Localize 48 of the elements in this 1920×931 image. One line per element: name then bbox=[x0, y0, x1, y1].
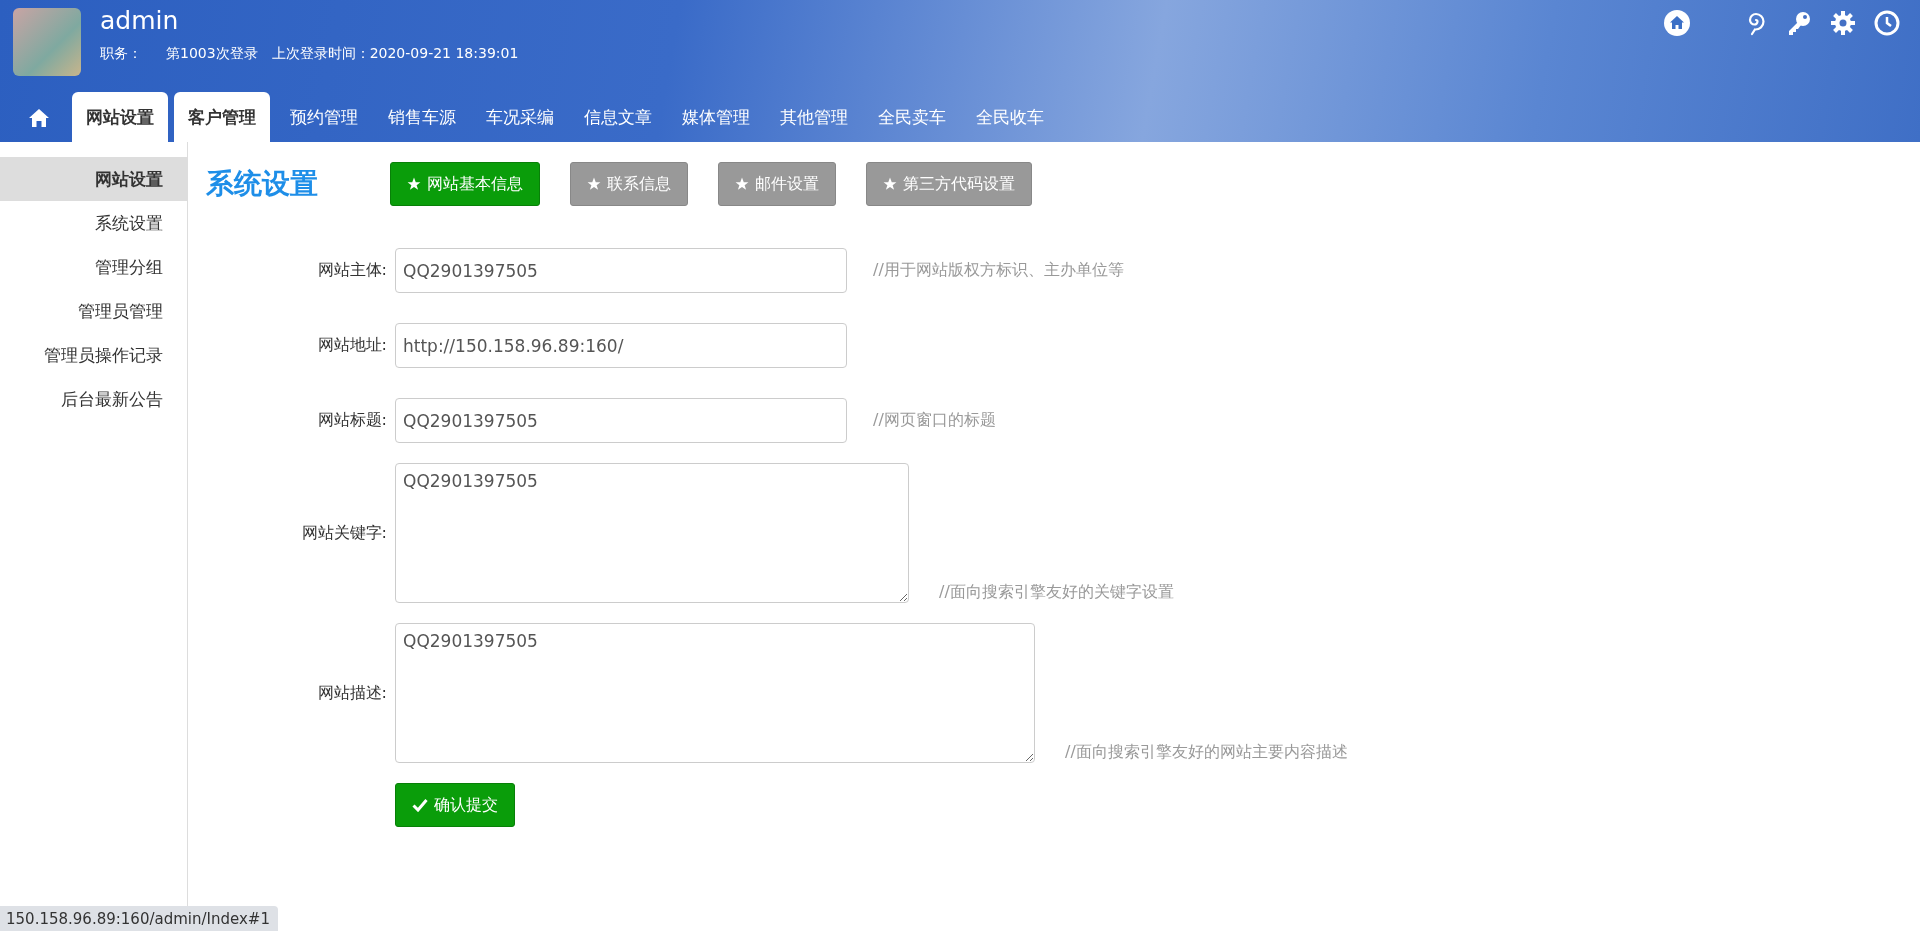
nav-tab[interactable]: 信息文章 bbox=[570, 92, 666, 142]
star-icon bbox=[735, 177, 749, 191]
key-icon[interactable] bbox=[1786, 10, 1812, 36]
avatar-picture bbox=[13, 8, 81, 76]
star-icon bbox=[407, 177, 421, 191]
home-icon[interactable] bbox=[28, 108, 50, 128]
nav-tab[interactable]: 预约管理 bbox=[276, 92, 372, 142]
field-label: 网站地址: bbox=[316, 335, 388, 356]
nav-tab[interactable]: 网站设置 bbox=[72, 92, 168, 142]
star-icon bbox=[883, 177, 897, 191]
input-field[interactable]: http://150.158.96.89:160/ bbox=[395, 323, 847, 368]
sidebar-item[interactable]: 系统设置 bbox=[0, 201, 187, 245]
input-field[interactable]: QQ2901397505 bbox=[395, 248, 847, 293]
nav-tab[interactable]: 媒体管理 bbox=[668, 92, 764, 142]
star-icon bbox=[587, 177, 601, 191]
login-count: 第1003次登录 bbox=[166, 45, 258, 63]
clock-icon[interactable] bbox=[1874, 10, 1900, 36]
hint-text: //面向搜索引擎友好的关键字设置 bbox=[939, 582, 1174, 603]
status-bar: 150.158.96.89:160/admin/Index#1 bbox=[0, 906, 278, 931]
field-label: 网站描述: bbox=[316, 682, 388, 704]
user-name: admin bbox=[100, 6, 180, 35]
text-area[interactable]: QQ2901397505 bbox=[395, 463, 909, 603]
page-title: 系统设置 bbox=[206, 166, 318, 202]
sidebar-item[interactable]: 管理员操作记录 bbox=[0, 333, 187, 377]
field-label: 网站关键字: bbox=[300, 522, 388, 544]
nav-tab[interactable]: 全民卖车 bbox=[864, 92, 960, 142]
submit-button[interactable]: 确认提交 bbox=[395, 783, 515, 827]
hint-text: //用于网站版权方标识、主办单位等 bbox=[873, 260, 1124, 281]
checkmark-icon bbox=[412, 798, 428, 812]
hint-text: //面向搜索引擎友好的网站主要内容描述 bbox=[1065, 742, 1348, 763]
role-label: 职务： bbox=[100, 45, 142, 63]
last-login-time: 上次登录时间：2020-09-21 18:39:01 bbox=[271, 45, 519, 63]
nav-tab[interactable]: 客户管理 bbox=[174, 92, 270, 142]
sidebar-item[interactable]: 管理分组 bbox=[0, 245, 187, 289]
input-field[interactable]: QQ2901397505 bbox=[395, 398, 847, 443]
settings-icon[interactable] bbox=[1830, 10, 1856, 36]
field-label: 网站主体: bbox=[316, 260, 388, 281]
nav-tab[interactable]: 销售车源 bbox=[374, 92, 470, 142]
section-button[interactable]: 网站基本信息 bbox=[390, 162, 540, 206]
hint-text: //网页窗口的标题 bbox=[873, 410, 996, 431]
sidebar-item[interactable]: 后台最新公告 bbox=[0, 377, 187, 421]
nav-tab[interactable]: 其他管理 bbox=[766, 92, 862, 142]
sidebar-item[interactable]: 管理员管理 bbox=[0, 289, 187, 333]
sidebar-item[interactable]: 网站设置 bbox=[0, 157, 187, 201]
nav-tab[interactable]: 车况采编 bbox=[472, 92, 568, 142]
home-icon[interactable] bbox=[1664, 10, 1690, 36]
field-label: 网站标题: bbox=[316, 410, 388, 431]
text-area[interactable]: QQ2901397505 bbox=[395, 623, 1035, 763]
